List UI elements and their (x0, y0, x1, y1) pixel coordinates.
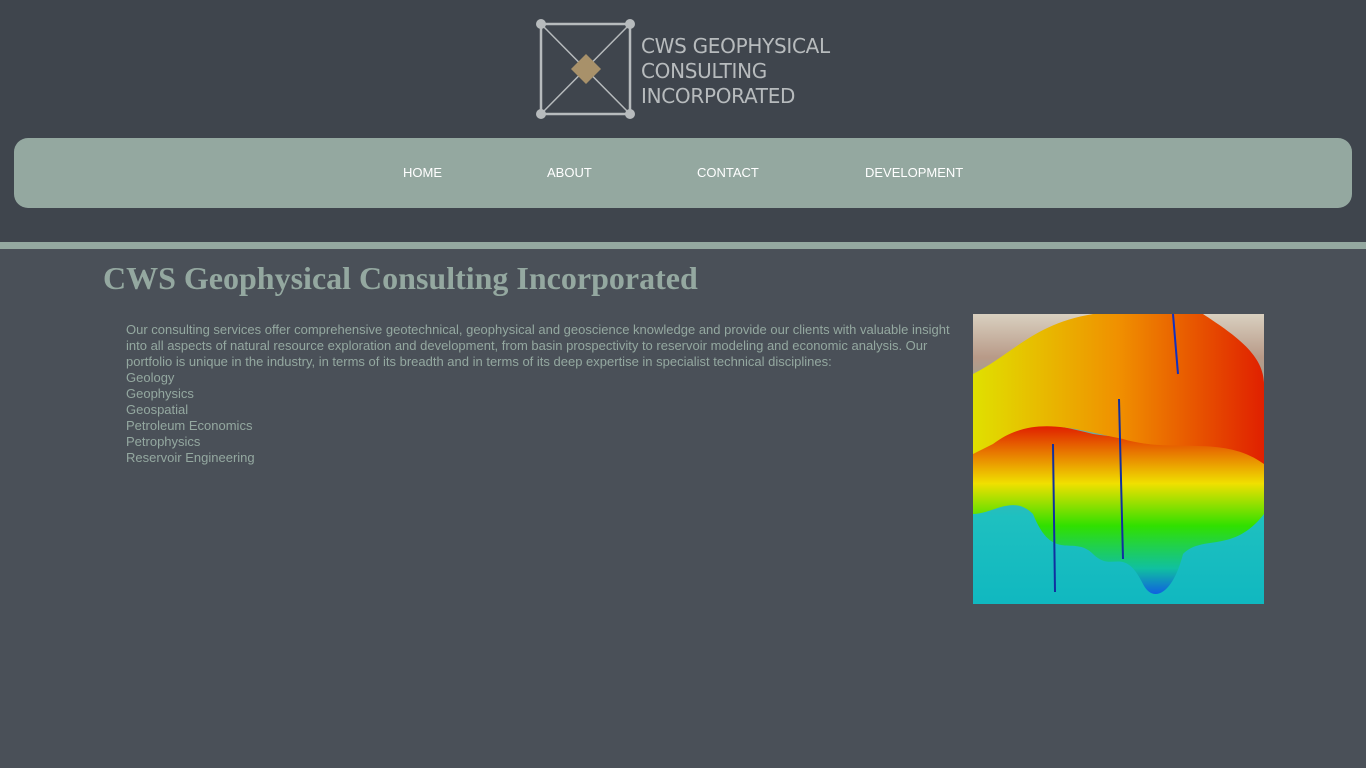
intro-section: Our consulting services offer comprehens… (126, 322, 956, 466)
intro-text: Our consulting services offer comprehens… (126, 322, 950, 369)
reservoir-model-image (973, 314, 1264, 604)
reservoir-surface-graphic (973, 314, 1264, 594)
divider (0, 242, 1366, 249)
company-logo[interactable]: CWS GEOPHYSICAL CONSULTING INCORPORATED (535, 18, 835, 122)
header: CWS GEOPHYSICAL CONSULTING INCORPORATED … (0, 0, 1366, 242)
nav-about[interactable]: ABOUT (547, 138, 592, 208)
discipline-item: Petroleum Economics (126, 418, 253, 433)
discipline-item: Petrophysics (126, 434, 201, 449)
logo-line: CONSULTING (641, 59, 767, 83)
discipline-item: Geospatial (126, 402, 189, 417)
logo-line: INCORPORATED (641, 84, 796, 108)
discipline-item: Geology (126, 370, 175, 385)
discipline-item: Geophysics (126, 386, 194, 401)
nav-home[interactable]: HOME (403, 138, 442, 208)
nav-contact[interactable]: CONTACT (697, 138, 759, 208)
logo-mark-icon (536, 19, 635, 119)
nav-development[interactable]: DEVELOPMENT (865, 138, 963, 208)
discipline-item: Reservoir Engineering (126, 450, 255, 465)
page-title: CWS Geophysical Consulting Incorporated (103, 260, 698, 296)
logo-text: CWS GEOPHYSICAL CONSULTING INCORPORATED (641, 34, 830, 109)
logo-line: CWS GEOPHYSICAL (641, 34, 830, 58)
main-nav: HOME ABOUT CONTACT DEVELOPMENT (14, 138, 1352, 208)
